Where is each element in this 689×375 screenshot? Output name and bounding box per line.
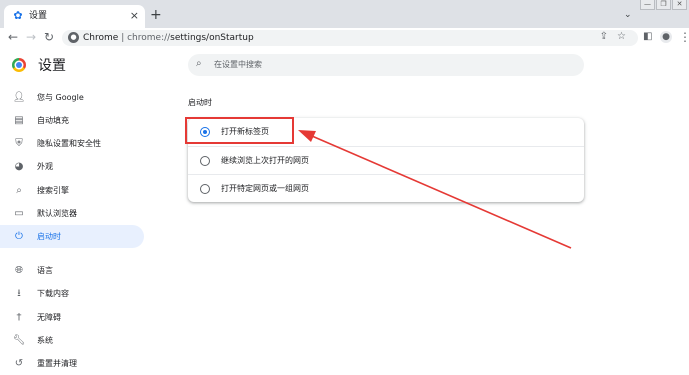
wrench-icon: 🔧︎ (12, 335, 26, 346)
download-icon: ⭳ (17, 288, 21, 299)
sidebar-item-downloads[interactable]: ⭳ 下载内容 (0, 282, 144, 305)
radio-continue-where-left[interactable]: 继续浏览上次打开的网页 (188, 146, 584, 175)
settings-search-input[interactable]: ⌕ 在设置中搜索 (188, 54, 584, 76)
clipboard-icon: ▤ (14, 115, 24, 126)
sidebar-item-system[interactable]: 🔧︎ 系统 (0, 329, 144, 352)
sidebar-item-autofill[interactable]: ▤ 自动填充 (0, 109, 144, 132)
sidebar-item-appearance[interactable]: ◕ 外观 (0, 155, 144, 178)
annotation-highlight-box (185, 117, 294, 144)
sidebar-item-reset[interactable]: ↺ 重置并清理 (0, 352, 144, 375)
power-icon: ⏻ (15, 231, 23, 242)
sidebar-item-label: 下载内容 (37, 289, 69, 298)
sidebar-item-label: 外观 (37, 162, 53, 171)
profile-avatar-icon[interactable]: ● (660, 31, 672, 43)
accessibility-icon: † (16, 312, 22, 323)
search-placeholder: 在设置中搜索 (214, 60, 262, 69)
tab-settings[interactable]: ✿ 设置 × (4, 5, 145, 28)
url-scheme: chrome:// (127, 33, 171, 43)
sidebar-item-default-browser[interactable]: ▭ 默认浏览器 (0, 202, 144, 225)
sidebar-item-search-engine[interactable]: ⌕ 搜索引擎 (0, 179, 144, 202)
back-arrow-icon[interactable]: ← (8, 30, 18, 44)
url-host: Chrome (83, 33, 119, 43)
sidebar-item-label: 启动时 (37, 232, 61, 241)
radio-unchecked-icon[interactable] (200, 184, 210, 194)
search-icon: ⌕ (196, 58, 202, 69)
globe-icon: 🌐︎ (15, 265, 23, 276)
sidebar-item-label: 隐私设置和安全性 (37, 139, 101, 148)
sidebar-item-label: 重置并清理 (37, 359, 77, 368)
toolbar: ← → ↻ ● Chrome | chrome://settings/onSta… (0, 28, 689, 48)
address-bar[interactable]: ● Chrome | chrome://settings/onStartup ⇪… (62, 30, 638, 46)
url-separator: | (121, 33, 125, 43)
radio-unchecked-icon[interactable] (200, 156, 210, 166)
sidebar-item-label: 语言 (37, 266, 53, 275)
radio-open-specific-pages[interactable]: 打开特定网页或一组网页 (188, 174, 584, 203)
bookmark-star-icon[interactable]: ☆ (617, 31, 626, 42)
new-tab-button[interactable]: + (150, 8, 162, 22)
sidebar-item-label: 系统 (37, 336, 53, 345)
sidebar-item-accessibility[interactable]: † 无障碍 (0, 306, 144, 329)
radio-label: 打开特定网页或一组网页 (221, 184, 309, 193)
person-icon: 👤︎ (12, 92, 26, 103)
chrome-logo-icon (12, 58, 26, 72)
forward-arrow-icon[interactable]: → (26, 30, 36, 44)
tab-search-button[interactable]: ⌄ (624, 10, 632, 20)
sidebar-item-label: 默认浏览器 (37, 209, 77, 218)
tab-close-icon[interactable]: × (130, 9, 139, 23)
side-panel-icon[interactable]: ◧ (643, 31, 652, 42)
address-url[interactable]: Chrome | chrome://settings/onStartup (83, 32, 254, 44)
page-title: 设置 (38, 58, 66, 74)
sidebar-item-you-and-google[interactable]: 👤︎ 您与 Google (0, 86, 144, 109)
sidebar-item-on-startup[interactable]: ⏻ 启动时 (0, 225, 144, 248)
sidebar-item-label: 您与 Google (37, 93, 84, 102)
radio-label: 继续浏览上次打开的网页 (221, 156, 309, 165)
share-icon[interactable]: ⇪ (600, 31, 608, 42)
search-icon: ⌕ (16, 185, 22, 196)
minimize-button[interactable]: — (640, 0, 655, 10)
sidebar-item-privacy[interactable]: ⛨ 隐私设置和安全性 (0, 132, 144, 155)
sidebar-item-languages[interactable]: 🌐︎ 语言 (0, 259, 144, 282)
url-path: settings/onStartup (170, 33, 254, 43)
palette-icon: ◕ (14, 161, 24, 172)
chrome-site-icon[interactable]: ● (68, 32, 79, 43)
close-window-button[interactable]: ✕ (672, 0, 687, 10)
reload-icon[interactable]: ↻ (44, 30, 54, 44)
sidebar-item-label: 搜索引擎 (37, 186, 69, 195)
sidebar-item-label: 自动填充 (37, 116, 69, 125)
reset-icon: ↺ (14, 358, 24, 369)
menu-kebab-icon[interactable]: ⋮ (679, 30, 689, 44)
window-controls: — ❐ ✕ (639, 0, 687, 10)
restore-button[interactable]: ❐ (656, 0, 671, 10)
gear-icon: ✿ (13, 9, 23, 22)
sidebar-item-label: 无障碍 (37, 313, 61, 322)
tab-title: 设置 (29, 11, 48, 21)
shield-icon: ⛨ (15, 138, 23, 149)
section-title-on-startup: 启动时 (188, 98, 212, 107)
tab-strip: ✿ 设置 × + ⌄ — ❐ ✕ (0, 0, 689, 28)
browser-icon: ▭ (14, 208, 24, 219)
